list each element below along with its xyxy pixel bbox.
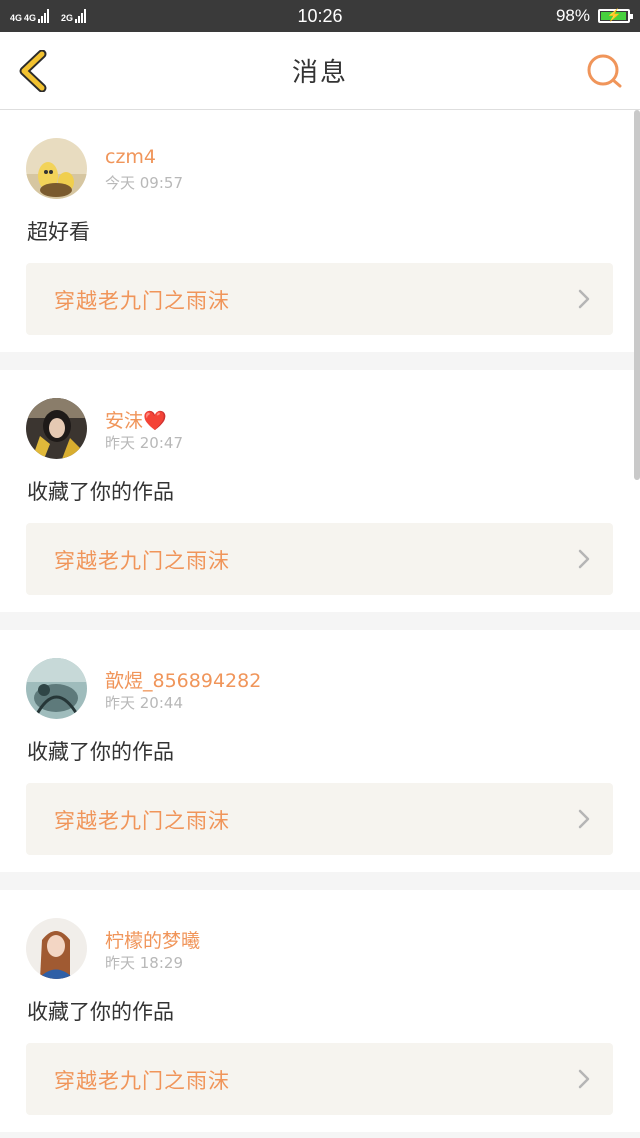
battery-icon: ⚡ [598, 8, 633, 23]
chevron-right-icon [578, 809, 590, 829]
message-content: 超好看 [27, 220, 90, 244]
work-link[interactable]: 穿越老九门之雨沫 [26, 523, 613, 595]
network-label-2: 4G [24, 13, 37, 23]
back-arrow-icon [19, 49, 47, 93]
message-content: 收藏了你的作品 [27, 480, 174, 504]
work-title: 穿越老九门之雨沫 [54, 549, 230, 573]
battery-percent: 98% [555, 6, 590, 25]
message-content: 收藏了你的作品 [27, 740, 174, 764]
timestamp: 今天 09:57 [105, 174, 183, 192]
avatar[interactable] [26, 918, 87, 979]
message-card: 歆煜_856894282 昨天 20:44 收藏了你的作品 穿越老九门之雨沫 [0, 630, 640, 872]
message-list: czm4 今天 09:57 超好看 穿越老九门之雨沫 安沫❤️ 昨天 20:47… [0, 110, 640, 1132]
chevron-right-icon [578, 289, 590, 309]
avatar-image [26, 138, 87, 199]
network-label-3: 2G [61, 13, 74, 23]
timestamp: 昨天 20:47 [105, 434, 183, 452]
battery-group: 98% ⚡ [555, 6, 633, 26]
chevron-right-icon [578, 1069, 590, 1089]
signal-2g-icon: 2G [61, 9, 87, 23]
message-card: czm4 今天 09:57 超好看 穿越老九门之雨沫 [0, 110, 640, 352]
avatar[interactable] [26, 138, 87, 199]
work-link[interactable]: 穿越老九门之雨沫 [26, 263, 613, 335]
work-title: 穿越老九门之雨沫 [54, 1069, 230, 1093]
work-title: 穿越老九门之雨沫 [54, 809, 230, 833]
work-title: 穿越老九门之雨沫 [54, 289, 230, 313]
signal-bars-icon [38, 9, 50, 23]
work-link[interactable]: 穿越老九门之雨沫 [26, 783, 613, 855]
signal-bars-2-icon [75, 9, 87, 23]
search-button[interactable] [586, 53, 624, 89]
username[interactable]: 歆煜_856894282 [105, 666, 261, 693]
timestamp: 昨天 18:29 [105, 954, 183, 972]
username[interactable]: 安沫❤️ [105, 406, 167, 433]
signal-indicators: 4G 4G 2G [10, 9, 87, 23]
username[interactable]: 柠檬的梦曦 [105, 926, 200, 953]
search-icon [587, 54, 622, 88]
message-card: 柠檬的梦曦 昨天 18:29 收藏了你的作品 穿越老九门之雨沫 [0, 890, 640, 1132]
app-root: 4G 4G 2G 10:26 98% ⚡ 消息 czm4 今天 09:57 超好… [0, 0, 640, 1138]
back-button[interactable] [16, 49, 50, 93]
avatar[interactable] [26, 398, 87, 459]
message-content: 收藏了你的作品 [27, 1000, 174, 1024]
page-title: 消息 [291, 58, 348, 88]
signal-4g-icon: 4G 4G [10, 9, 50, 23]
avatar[interactable] [26, 658, 87, 719]
charging-bolt-icon: ⚡ [606, 8, 622, 22]
avatar-image [26, 658, 87, 719]
username[interactable]: czm4 [105, 146, 156, 168]
avatar-image [26, 398, 87, 459]
timestamp: 昨天 20:44 [105, 694, 183, 712]
status-time: 10:26 [297, 5, 343, 26]
chevron-right-icon [578, 549, 590, 569]
network-label-1: 4G [10, 13, 23, 23]
avatar-image [26, 918, 87, 979]
work-link[interactable]: 穿越老九门之雨沫 [26, 1043, 613, 1115]
scrollbar[interactable] [634, 110, 640, 480]
status-bar: 4G 4G 2G 10:26 98% ⚡ [0, 0, 640, 32]
message-card: 安沫❤️ 昨天 20:47 收藏了你的作品 穿越老九门之雨沫 [0, 370, 640, 612]
nav-bar: 消息 [0, 32, 640, 110]
